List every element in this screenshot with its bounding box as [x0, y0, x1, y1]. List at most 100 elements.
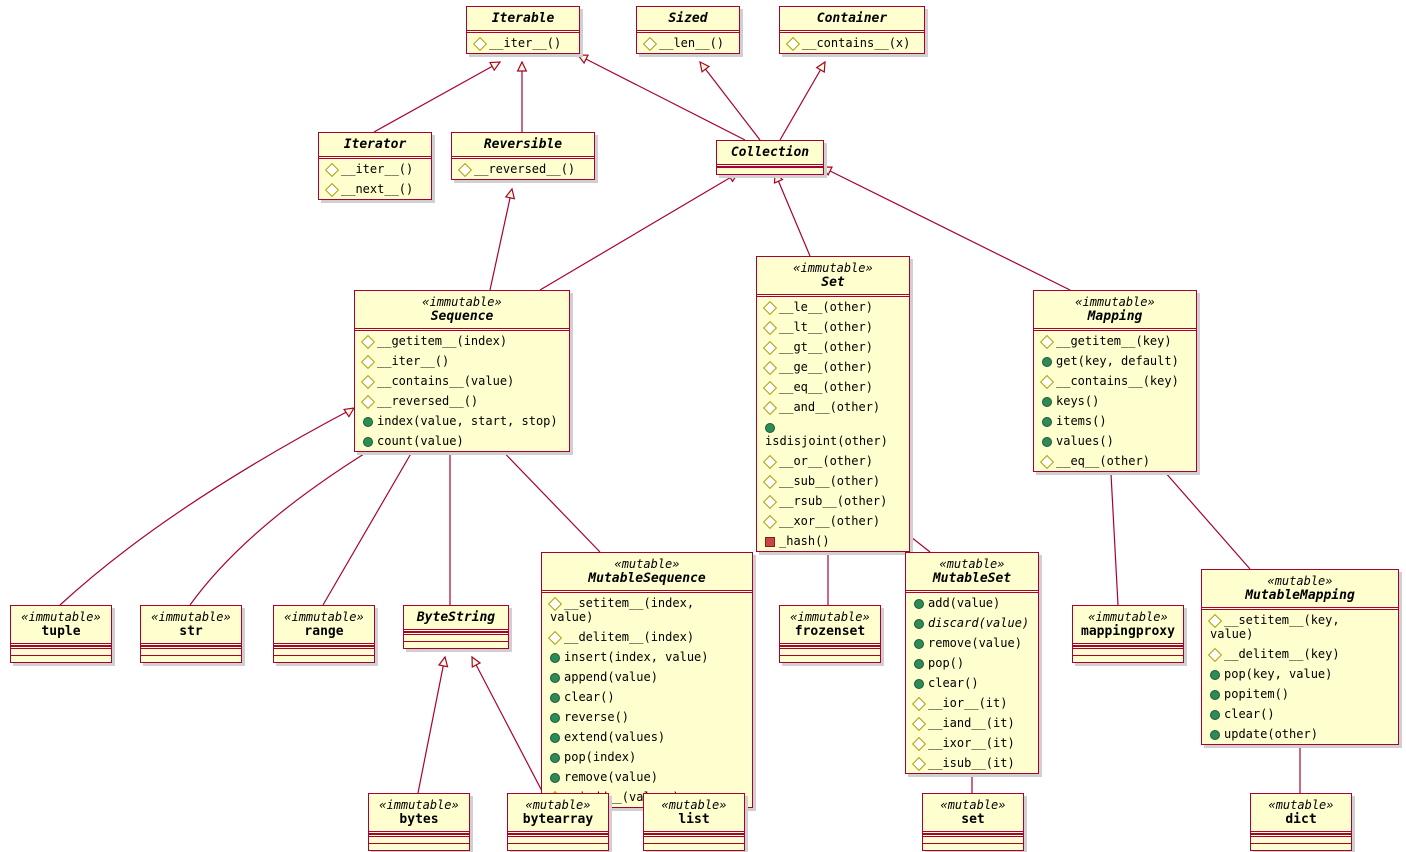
empty-section [644, 843, 744, 850]
method-text: items() [1056, 414, 1107, 428]
method-text: remove(value) [564, 770, 658, 784]
empty-section [923, 843, 1023, 850]
method: __iter__() [355, 351, 569, 371]
method: clear() [906, 673, 1038, 693]
class-Collection: Collection [716, 140, 824, 175]
method-text: __iter__() [341, 162, 413, 176]
visibility-icon [763, 454, 777, 468]
method-text: keys() [1056, 394, 1099, 408]
inheritance-arrow-icon [700, 62, 709, 72]
method-text: __setitem__(key, value) [1210, 613, 1340, 641]
class-name: Mapping [1042, 309, 1188, 324]
stereotype: «mutable» [1259, 798, 1343, 812]
visibility-icon [550, 773, 560, 783]
class-name: Reversible [460, 137, 586, 152]
empty-section [141, 646, 241, 655]
class-name: Set [765, 275, 901, 290]
visibility-icon [361, 334, 375, 348]
class-header: «mutable»MutableSequence [542, 553, 752, 593]
method-text: pop(index) [564, 750, 636, 764]
visibility-icon [548, 596, 562, 610]
stereotype: «mutable» [516, 798, 600, 812]
class-header: «mutable»MutableMapping [1202, 570, 1398, 610]
class-MutableMapping: «mutable»MutableMapping __setitem__(key, … [1201, 569, 1399, 745]
visibility-icon [550, 673, 560, 683]
visibility-icon [550, 653, 560, 663]
method-text: __getitem__(index) [377, 334, 507, 348]
class-Container: Container__contains__(x) [779, 6, 925, 54]
visibility-icon [1040, 454, 1054, 468]
empty-section [141, 655, 241, 662]
inheritance-line [60, 408, 354, 605]
visibility-icon [1210, 670, 1220, 680]
inheritance-line [374, 62, 500, 132]
class-name: Sized [645, 11, 731, 26]
class-MutableSequence: «mutable»MutableSequence __setitem__(inde… [541, 552, 753, 808]
class-header: Iterator [319, 133, 431, 159]
method: __getitem__(key) [1034, 331, 1196, 351]
visibility-icon [763, 514, 777, 528]
method: __lt__(other) [757, 317, 909, 337]
class-header: Iterable [467, 7, 579, 33]
visibility-icon [912, 756, 926, 770]
inheritance-arrow-icon [578, 55, 588, 63]
method: discard(value) [906, 613, 1038, 633]
method: reverse() [542, 707, 752, 727]
visibility-icon [361, 374, 375, 388]
empty-section [11, 655, 111, 662]
visibility-icon [361, 394, 375, 408]
inheritance-line [323, 438, 420, 605]
method: __or__(other) [757, 451, 909, 471]
method: __setitem__(index, value) [542, 593, 752, 627]
visibility-icon [763, 380, 777, 394]
empty-section [644, 834, 744, 843]
method: isdisjoint(other) [757, 417, 909, 451]
class-name: MutableMapping [1210, 588, 1390, 603]
method: values() [1034, 431, 1196, 451]
stereotype: «immutable» [149, 610, 233, 624]
visibility-icon [1042, 437, 1052, 447]
visibility-icon [1208, 613, 1222, 627]
stereotype: «mutable» [931, 798, 1015, 812]
method: __iand__(it) [906, 713, 1038, 733]
class-header: «mutable»bytearray [508, 794, 608, 834]
method-text: isdisjoint(other) [765, 434, 888, 448]
empty-section [274, 646, 374, 655]
empty-section [508, 843, 608, 850]
stereotype: «immutable» [788, 610, 872, 624]
class-str: «immutable»str [140, 605, 242, 663]
visibility-icon [912, 696, 926, 710]
class-name: set [931, 812, 1015, 827]
class-MutableSet: «mutable»MutableSetadd(value)discard(val… [905, 552, 1039, 774]
stereotype: «immutable» [19, 610, 103, 624]
visibility-icon [1042, 357, 1052, 367]
class-header: «mutable»MutableSet [906, 553, 1038, 593]
empty-section [1073, 655, 1183, 662]
class-header: «mutable»dict [1251, 794, 1351, 834]
empty-section [508, 834, 608, 843]
empty-section [780, 655, 880, 662]
method-text: insert(index, value) [564, 650, 709, 664]
method: __sub__(other) [757, 471, 909, 491]
method: get(key, default) [1034, 351, 1196, 371]
method: __iter__() [467, 33, 579, 53]
class-name: list [652, 812, 736, 827]
visibility-icon [325, 182, 339, 196]
visibility-icon [765, 423, 775, 433]
visibility-icon [763, 360, 777, 374]
empty-section [369, 843, 469, 850]
method: append(value) [542, 667, 752, 687]
method-text: values() [1056, 434, 1114, 448]
visibility-icon [1040, 374, 1054, 388]
visibility-icon [763, 320, 777, 334]
inheritance-arrow-icon [817, 62, 825, 72]
method: __and__(other) [757, 397, 909, 417]
method-text: __eq__(other) [779, 380, 873, 394]
method-text: popitem() [1224, 687, 1289, 701]
method-text: __setitem__(index, value) [550, 596, 694, 624]
inheritance-arrow-icon [506, 189, 515, 199]
class-header: Sized [637, 7, 739, 33]
method-text: __or__(other) [779, 454, 873, 468]
class-ByteString: ByteString [403, 605, 509, 649]
visibility-icon [914, 599, 924, 609]
